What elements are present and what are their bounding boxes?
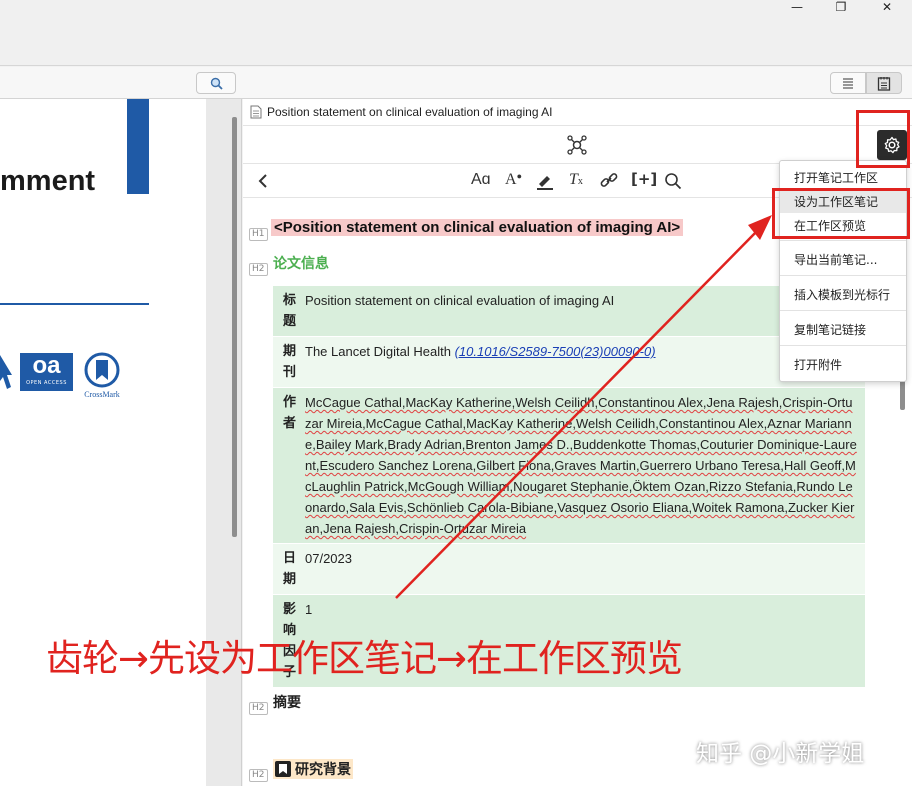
watermark: 知乎 @小新学姐: [696, 741, 865, 767]
annotation-instruction-text: 齿轮→先设为工作区笔记→在工作区预览: [46, 637, 683, 680]
